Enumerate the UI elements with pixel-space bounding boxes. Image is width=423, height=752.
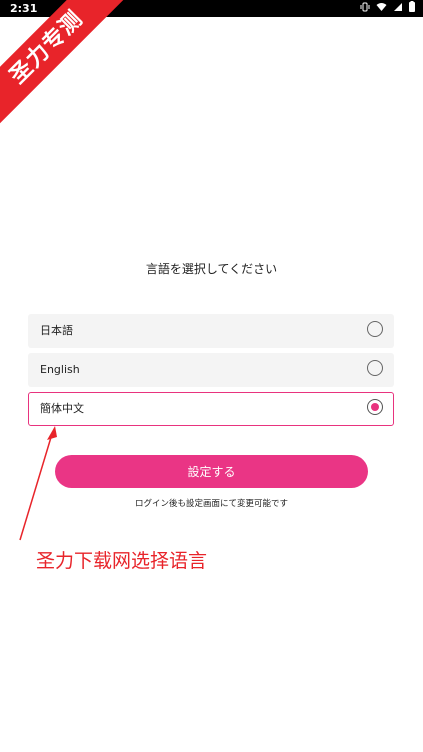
battery-icon [409,1,415,17]
arrow-line [19,433,53,541]
language-label: English [40,363,80,376]
radio-selected-dot [370,402,379,411]
language-option-english[interactable]: English [28,353,394,387]
radio-button[interactable] [367,360,383,376]
radio-button[interactable] [367,321,383,337]
settings-note: ログイン後も設定画面にて変更可能です [134,499,288,509]
arrow-head [47,426,57,440]
status-icons [360,1,415,17]
page-title: 言語を選択してください [145,262,278,276]
language-label: 簡体中文 [40,402,84,415]
wifi-icon [376,2,387,17]
vibrate-icon [360,2,370,17]
status-time: 2:31 [10,2,38,15]
watermark-caption: 圣力下载网选择语言 [36,550,208,572]
language-option-japanese[interactable]: 日本語 [28,314,394,348]
language-option-simplified-chinese[interactable]: 簡体中文 [28,392,394,426]
language-label: 日本語 [40,324,73,337]
signal-icon [393,2,403,17]
radio-button-selected[interactable] [367,399,383,415]
watermark-ribbon: 圣力专测 [0,0,136,137]
set-language-button[interactable]: 設定する [55,455,368,488]
